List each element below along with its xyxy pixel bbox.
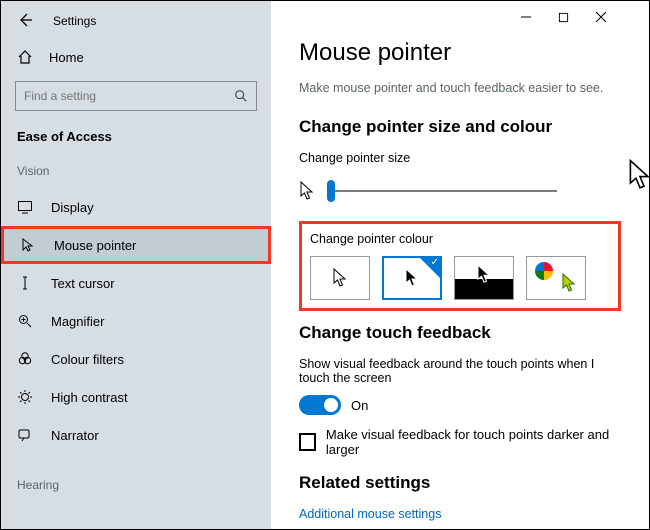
sidebar-item-colour-filters[interactable]: Colour filters — [1, 340, 271, 378]
section-touch-feedback: Change touch feedback — [299, 323, 621, 343]
titlebar — [299, 1, 621, 35]
pointer-preview-small-icon — [299, 181, 319, 201]
search-input[interactable] — [24, 89, 234, 103]
maximize-button[interactable] — [558, 10, 569, 26]
check-icon: ✓ — [431, 257, 439, 268]
sidebar-item-label: Magnifier — [51, 314, 104, 329]
close-button[interactable] — [595, 10, 607, 26]
sidebar-item-high-contrast[interactable]: High contrast — [1, 378, 271, 416]
magnifier-icon — [17, 313, 37, 329]
sidebar: Settings Home Ease of Access Vision Disp… — [1, 1, 271, 529]
sidebar-item-magnifier[interactable]: Magnifier — [1, 302, 271, 340]
pointer-colour-white[interactable] — [310, 256, 370, 300]
slider-thumb[interactable] — [327, 180, 335, 202]
pointer-colour-custom[interactable] — [526, 256, 586, 300]
page-subtitle: Make mouse pointer and touch feedback ea… — [299, 81, 621, 95]
page-title: Mouse pointer — [299, 39, 621, 67]
category-title: Ease of Access — [1, 119, 271, 158]
text-cursor-icon — [17, 275, 37, 291]
sidebar-item-label: Mouse pointer — [54, 238, 136, 253]
checkbox-label: Make visual feedback for touch points da… — [326, 427, 621, 457]
search-box[interactable] — [15, 81, 257, 111]
colour-wheel-icon — [535, 262, 553, 280]
main-panel: Mouse pointer Make mouse pointer and tou… — [271, 1, 649, 529]
app-title: Settings — [53, 14, 96, 28]
search-icon — [234, 89, 248, 103]
section-size-colour: Change pointer size and colour — [299, 117, 621, 137]
sidebar-item-label: High contrast — [51, 390, 128, 405]
sidebar-item-label: Colour filters — [51, 352, 124, 367]
darker-larger-checkbox[interactable] — [299, 433, 316, 451]
section-related: Related settings — [299, 473, 621, 493]
narrator-icon — [17, 427, 37, 443]
pointer-size-slider[interactable] — [299, 175, 621, 207]
pointer-preview-large-icon — [627, 159, 650, 194]
touch-feedback-desc: Show visual feedback around the touch po… — [299, 357, 621, 385]
label-pointer-size: Change pointer size — [299, 151, 621, 165]
group-vision: Vision — [1, 158, 271, 184]
touch-feedback-toggle[interactable] — [299, 395, 341, 415]
home-label: Home — [49, 50, 84, 65]
sidebar-item-label: Text cursor — [51, 276, 115, 291]
colour-filters-icon — [17, 351, 37, 367]
home-button[interactable]: Home — [1, 41, 271, 73]
mouse-pointer-icon — [20, 237, 40, 253]
back-icon[interactable] — [17, 12, 33, 31]
label-pointer-colour: Change pointer colour — [310, 232, 610, 246]
group-hearing: Hearing — [1, 472, 271, 498]
link-additional-mouse-settings[interactable]: Additional mouse settings — [299, 507, 621, 521]
pointer-colour-black[interactable]: ✓ — [382, 256, 442, 300]
home-icon — [17, 49, 39, 65]
sidebar-item-label: Narrator — [51, 428, 99, 443]
annotation-pointer-colour: Change pointer colour ✓ — [299, 221, 621, 311]
sidebar-item-label: Display — [51, 200, 94, 215]
high-contrast-icon — [17, 389, 37, 405]
sidebar-item-mouse-pointer[interactable]: Mouse pointer — [1, 226, 271, 264]
display-icon — [17, 199, 37, 215]
pointer-colour-inverted[interactable] — [454, 256, 514, 300]
toggle-state: On — [351, 398, 368, 413]
slider-track[interactable] — [327, 190, 557, 192]
sidebar-item-text-cursor[interactable]: Text cursor — [1, 264, 271, 302]
sidebar-item-display[interactable]: Display — [1, 188, 271, 226]
sidebar-item-narrator[interactable]: Narrator — [1, 416, 271, 454]
minimize-button[interactable] — [520, 10, 532, 26]
